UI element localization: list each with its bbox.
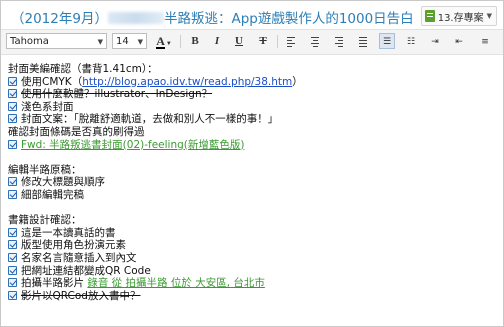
note-title-suffix: 半路叛逃：App遊戲製作人的1000日告白 [163, 11, 414, 27]
outdent-button[interactable]: ⇤ [451, 33, 467, 49]
checklist-item: 拍攝半路影片 錄音 從 拍攝半路 位於 大安區, 台北市 [8, 277, 498, 290]
formatting-toolbar: Tahoma ▼ 14 ▼ A▼ B I U T ☰ ☷ ⇥ ⇤ ≡ [1, 29, 503, 55]
item-text: 把網址連結都變成QR Code [21, 264, 151, 277]
align-right-icon [335, 37, 343, 49]
checklist-item: 淺色系封面 [8, 101, 498, 114]
checkbox[interactable] [8, 265, 17, 275]
item-text: 淺色系封面 [21, 100, 74, 113]
font-size-value: 14 [116, 36, 129, 47]
note-title[interactable]: （2012年9月） 半路叛逃：App遊戲製作人的1000日告白 [11, 7, 414, 27]
bullet-list-icon: ☰ [382, 37, 392, 47]
indent-icon: ⇥ [431, 37, 439, 47]
italic-button[interactable]: I [209, 33, 225, 49]
numbered-list-button[interactable]: ☷ [403, 33, 419, 49]
notebook-name: 13.存專案 [437, 12, 484, 24]
chevron-down-icon: ▼ [97, 38, 103, 46]
toolbar-divider [180, 35, 181, 48]
section-heading: 封面美編確認（書背1.41cm）： [8, 63, 158, 75]
plain-text: 確認封面條碼是否真的刷得過 [8, 125, 145, 138]
more-options-button[interactable]: ≡ [477, 33, 493, 49]
blog-link[interactable]: http://blog.apao.idv.tw/read.php/38.htm [82, 76, 292, 88]
notebook-icon [424, 10, 435, 22]
checklist-item: 版型使用角色扮演元素 [8, 239, 498, 252]
note-editor: （2012年9月） 半路叛逃：App遊戲製作人的1000日告白 13.存專案 ▼ … [0, 0, 504, 327]
section-heading: 書籍設計確認： [8, 214, 82, 227]
note-title-bar: （2012年9月） 半路叛逃：App遊戲製作人的1000日告白 13.存專案 ▼ [1, 1, 503, 29]
item-text-struck: 影片以QRCod放入書中？ [21, 289, 141, 302]
checkbox[interactable] [8, 177, 17, 187]
checkbox[interactable] [8, 76, 17, 86]
checkbox[interactable] [8, 278, 17, 288]
font-color-icon: A [156, 34, 165, 49]
checklist-item: Fwd: 半路叛逃書封面(02)-feeling(新增藍色版) [8, 139, 498, 152]
align-left-button[interactable] [283, 33, 299, 49]
indent-button[interactable]: ⇥ [427, 33, 443, 49]
checklist-item: 封面文案：「脫離舒適軌道，去做和別人不一樣的事！」 [8, 113, 498, 126]
chevron-down-icon: ▼ [165, 41, 172, 47]
checklist-item: 把網址連結都變成QR Code [8, 265, 498, 278]
redacted-text [107, 12, 164, 24]
font-size-select[interactable]: 14 ▼ [112, 33, 147, 49]
checklist-item: 名家名言隨意插入到內文 [8, 252, 498, 265]
checklist-item: 使用什麼軟體？illustrator、InDesign？ [8, 88, 498, 101]
strikethrough-button[interactable]: T [255, 33, 271, 49]
item-text: 細部編輯完稿 [21, 188, 84, 201]
checklist-item: 這是一本讀真話的書 [8, 227, 498, 240]
map-link[interactable]: 錄音 從 拍攝半路 位於 大安區, 台北市 [87, 277, 265, 289]
notebook-selector[interactable]: 13.存專案 ▼ [420, 6, 497, 26]
item-text: ？ [201, 88, 213, 101]
checkbox[interactable] [8, 252, 17, 262]
item-text: 修改大標題與順序 [21, 176, 105, 189]
checkbox[interactable] [8, 89, 17, 99]
email-link[interactable]: Fwd: 半路叛逃書封面(02)-feeling(新增藍色版) [21, 139, 244, 151]
checklist-item: 細部編輯完稿 [8, 189, 498, 202]
font-color-button[interactable]: A▼ [153, 33, 175, 49]
checklist-item: 影片以QRCod放入書中？ [8, 290, 498, 303]
font-family-value: Tahoma [10, 36, 49, 47]
bold-button[interactable]: B [187, 33, 203, 49]
checkbox[interactable] [8, 227, 17, 237]
item-text: 使用CMYK（ [21, 75, 83, 88]
item-text: 名家名言隨意插入到內文 [21, 251, 137, 264]
item-text: 拍攝半路影片 [21, 277, 88, 290]
numbered-list-icon: ☷ [406, 37, 416, 47]
item-text: ） [292, 75, 303, 88]
toolbar-divider [277, 35, 278, 48]
align-left-icon [287, 37, 295, 49]
checkbox[interactable] [8, 189, 17, 199]
more-icon: ≡ [481, 37, 489, 47]
note-title-prefix: （2012年9月） [11, 11, 108, 27]
checkbox[interactable] [8, 139, 17, 149]
item-text-struck: InDesign [155, 88, 202, 101]
font-family-select[interactable]: Tahoma ▼ [6, 33, 107, 49]
section-heading: 編輯半路原稿： [8, 163, 82, 176]
item-text: 版型使用角色扮演元素 [21, 239, 126, 252]
checkbox[interactable] [8, 240, 17, 250]
justify-icon [359, 37, 367, 49]
item-text: 這是一本讀真話的書 [21, 226, 116, 239]
checkbox[interactable] [8, 101, 17, 111]
note-body[interactable]: 封面美編確認（書背1.41cm）： 使用CMYK（http://blog.apa… [8, 63, 498, 302]
chevron-down-icon: ▼ [137, 38, 143, 46]
chevron-down-icon: ▼ [486, 12, 492, 20]
checkbox[interactable] [8, 290, 17, 300]
checkbox[interactable] [8, 114, 17, 124]
align-center-icon [311, 37, 319, 49]
underline-button[interactable]: U [231, 33, 247, 49]
align-right-button[interactable] [331, 33, 347, 49]
item-text: 使用什麼軟體？illustrator、 [21, 88, 156, 101]
align-center-button[interactable] [307, 33, 323, 49]
outdent-icon: ⇤ [455, 37, 463, 47]
bullet-list-button[interactable]: ☰ [379, 33, 395, 49]
justify-button[interactable] [355, 33, 371, 49]
item-text: 封面文案：「脫離舒適軌道，去做和別人不一樣的事！」 [21, 113, 279, 126]
checklist-item: 使用CMYK（http://blog.apao.idv.tw/read.php/… [8, 76, 498, 89]
checklist-item: 修改大標題與順序 [8, 176, 498, 189]
